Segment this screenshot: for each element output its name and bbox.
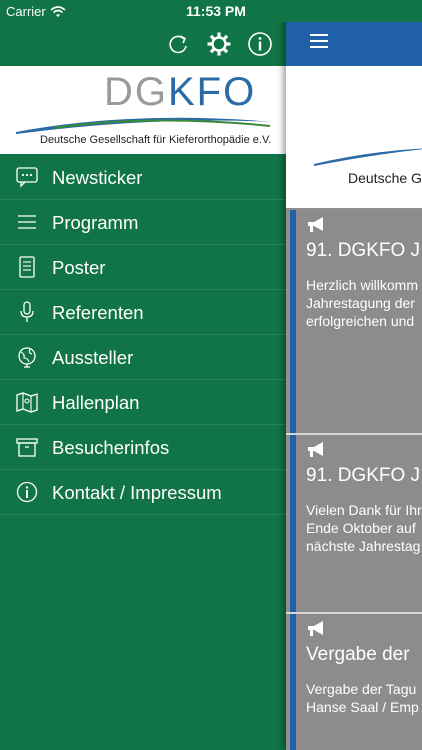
- hamburger-menu-icon[interactable]: [310, 34, 328, 48]
- main-logo-banner: Deutsche G: [286, 66, 422, 208]
- map-icon: [16, 392, 38, 413]
- news-card[interactable]: 91. DGKFO J Vielen Dank für Ihr Ende Okt…: [290, 435, 422, 612]
- card-body: Vielen Dank für Ihr Ende Oktober auf näc…: [306, 502, 422, 554]
- menu-item-programm[interactable]: Programm: [0, 200, 286, 245]
- side-menu: DGKFO Deutsche Gesellschaft für Kieferor…: [0, 0, 286, 750]
- list-icon: [18, 215, 36, 229]
- wifi-icon: [50, 5, 66, 17]
- card-body: Herzlich willkomm Jahrestagung der erfol…: [306, 277, 419, 329]
- gear-icon[interactable]: [206, 31, 232, 57]
- menu-item-besucherinfos[interactable]: Besucherinfos: [0, 425, 286, 470]
- main-content: Deutsche G 91. DGKFO J Herzlich willkomm…: [286, 0, 422, 750]
- menu-item-label: Programm: [52, 212, 139, 233]
- archive-box-icon: [16, 438, 38, 457]
- main-logo-subtitle: Deutsche G: [348, 170, 422, 186]
- carrier-indicator: Carrier: [6, 4, 66, 19]
- info-icon[interactable]: [247, 31, 273, 57]
- menu-toolbar: [0, 22, 286, 66]
- logo-swoosh: [314, 148, 422, 166]
- menu-item-label: Referenten: [52, 302, 144, 323]
- menu-item-aussteller[interactable]: Aussteller: [0, 335, 286, 380]
- dgkfo-logo: DGKFO Deutsche Gesellschaft für Kieferor…: [0, 66, 286, 154]
- status-bar: Carrier 11:53 PM: [0, 0, 422, 22]
- menu-item-hallenplan[interactable]: Hallenplan: [0, 380, 286, 425]
- menu-item-newsticker[interactable]: Newsticker: [0, 155, 286, 200]
- news-card[interactable]: 91. DGKFO J Herzlich willkomm Jahrestagu…: [290, 210, 422, 434]
- logo-subtitle: Deutsche Gesellschaft für Kieferorthopäd…: [40, 134, 272, 146]
- megaphone-icon: [308, 621, 323, 636]
- refresh-icon[interactable]: [165, 31, 191, 57]
- megaphone-icon: [308, 442, 323, 457]
- card-title: 91. DGKFO J: [306, 240, 421, 261]
- chat-bubble-icon: [16, 167, 38, 188]
- logo-swoosh: [16, 117, 274, 134]
- status-time: 11:53 PM: [186, 3, 246, 19]
- menu-item-kontakt-impressum[interactable]: Kontakt / Impressum: [0, 470, 286, 515]
- logo-wordmark: DGKFO: [104, 70, 257, 114]
- card-title: 91. DGKFO J: [306, 465, 421, 486]
- news-card[interactable]: Vergabe der Vergabe der Tagu Hanse Saal …: [290, 614, 422, 750]
- microphone-icon: [20, 301, 34, 322]
- card-title: Vergabe der: [306, 644, 410, 665]
- menu-item-label: Newsticker: [52, 167, 143, 188]
- menu-list: Newsticker Programm Poster Referenten Au…: [0, 155, 286, 515]
- menu-item-label: Hallenplan: [52, 392, 140, 413]
- carrier-name: Carrier: [6, 4, 46, 19]
- card-body: Vergabe der Tagu Hanse Saal / Emp: [306, 681, 419, 715]
- menu-item-label: Kontakt / Impressum: [52, 482, 222, 503]
- menu-item-poster[interactable]: Poster: [0, 245, 286, 290]
- document-icon: [19, 256, 35, 278]
- menu-item-label: Aussteller: [52, 347, 134, 368]
- menu-item-label: Besucherinfos: [52, 437, 170, 458]
- menu-item-referenten[interactable]: Referenten: [0, 290, 286, 335]
- globe-icon: [18, 347, 36, 368]
- menu-item-label: Poster: [52, 257, 106, 278]
- info-icon: [16, 481, 38, 503]
- megaphone-icon: [308, 217, 323, 232]
